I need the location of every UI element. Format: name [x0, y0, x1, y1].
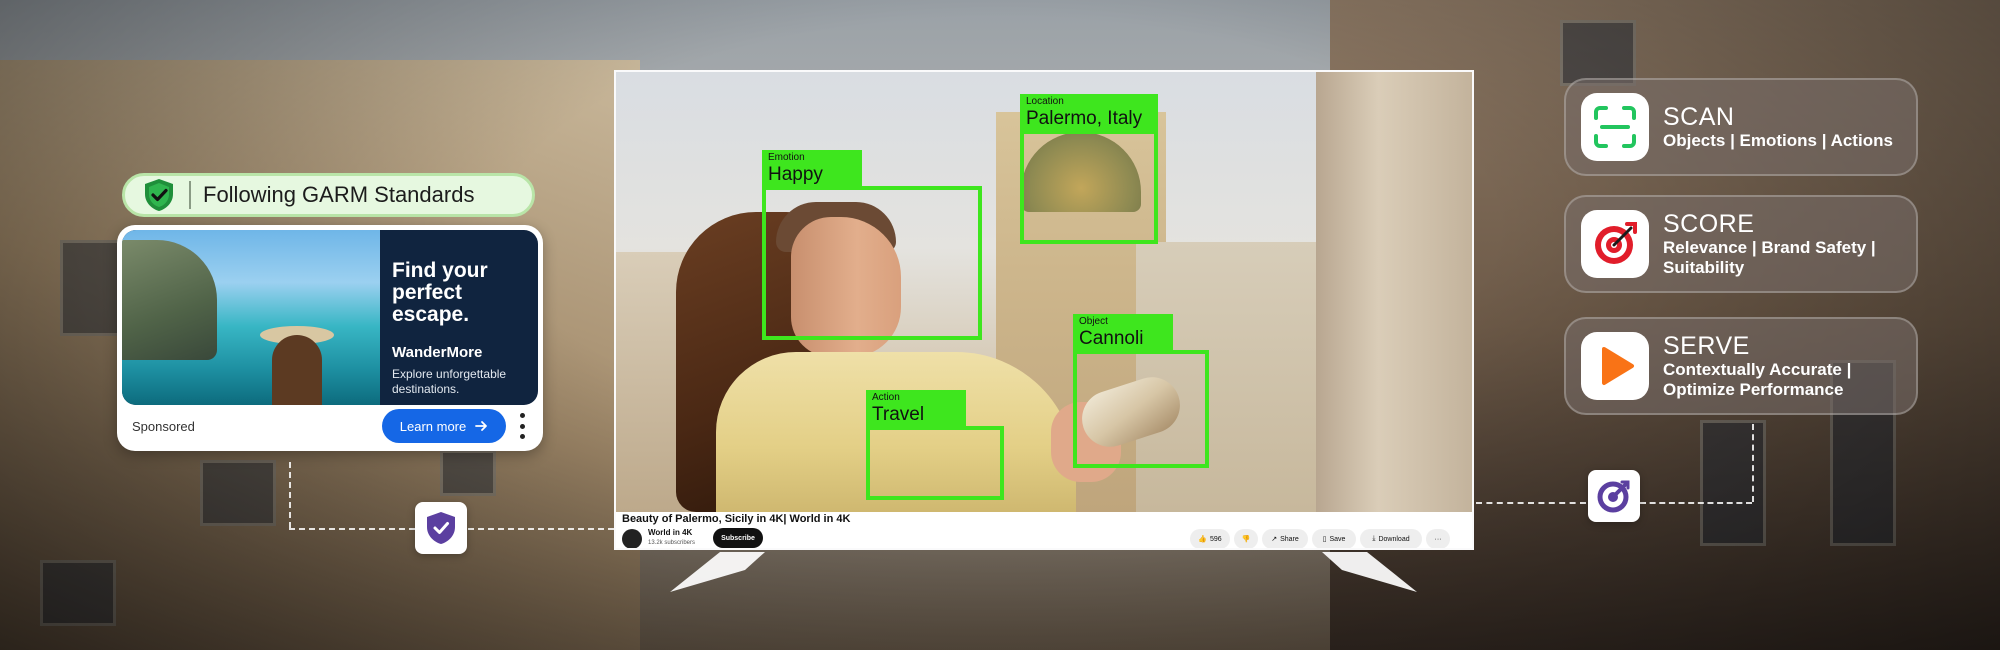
feature-title: SCORE — [1663, 210, 1755, 238]
play-icon — [1581, 332, 1649, 400]
feature-title: SCAN — [1663, 103, 1735, 131]
feature-subtitle: Objects | Emotions | Actions — [1663, 131, 1893, 150]
feature-subtitle: Relevance | Brand Safety | Suitability — [1663, 238, 1876, 277]
feature-card-scan: SCAN Objects | Emotions | Actions — [1564, 78, 1918, 176]
feature-card-score: SCORE Relevance | Brand Safety | Suitabi… — [1564, 195, 1918, 293]
feature-title: SERVE — [1663, 332, 1750, 360]
scan-icon — [1581, 93, 1649, 161]
target-icon — [1581, 210, 1649, 278]
feature-subtitle: Contextually Accurate | Optimize Perform… — [1663, 360, 1852, 399]
feature-card-serve: SERVE Contextually Accurate | Optimize P… — [1564, 317, 1918, 415]
